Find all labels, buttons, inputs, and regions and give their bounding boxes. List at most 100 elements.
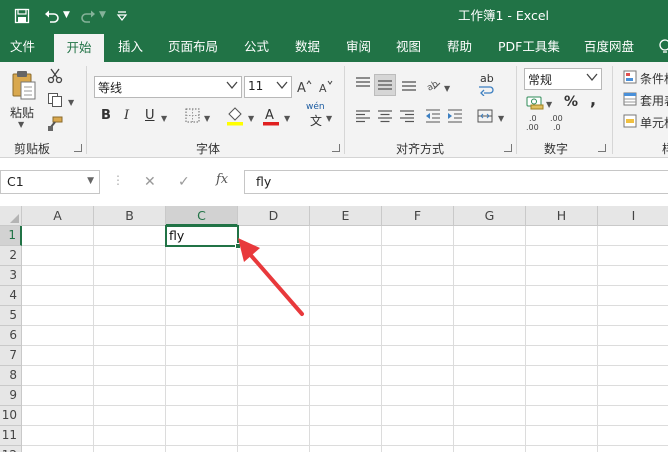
tab-formulas[interactable]: 公式	[244, 32, 269, 62]
merge-dropdown-icon[interactable]: ▼	[498, 114, 504, 123]
font-color-icon[interactable]: A	[262, 106, 280, 126]
redo-dropdown-icon[interactable]: ▼	[99, 10, 106, 20]
tab-pdf-tools[interactable]: PDF工具集	[498, 32, 560, 62]
column-header-h[interactable]: H	[526, 206, 598, 226]
row-header-5[interactable]: 5	[0, 306, 22, 326]
cell-styles-icon[interactable]	[622, 114, 638, 132]
cut-icon[interactable]	[46, 68, 64, 86]
align-bottom-icon[interactable]	[400, 76, 418, 94]
row-header-2[interactable]: 2	[0, 246, 22, 266]
enter-icon[interactable]: ✓	[178, 174, 190, 190]
fill-color-dropdown-icon[interactable]: ▼	[248, 114, 254, 123]
cancel-icon[interactable]: ✕	[144, 174, 156, 190]
row-header-7[interactable]: 7	[0, 346, 22, 366]
decrease-indent-icon[interactable]	[424, 108, 442, 126]
tab-baidu-netdisk[interactable]: 百度网盘	[584, 32, 634, 62]
tab-insert[interactable]: 插入	[118, 32, 143, 62]
undo-dropdown-icon[interactable]: ▼	[63, 10, 70, 20]
percent-style-button[interactable]: %	[564, 94, 578, 110]
paste-dropdown-icon[interactable]: ▼	[18, 120, 24, 129]
worksheet-grid[interactable]: A B C D E F G H I 1 2 3 4 5 6 7 8 9 10 1…	[0, 206, 668, 452]
decrease-decimal-icon[interactable]: .00 .0	[550, 114, 570, 132]
number-format-select[interactable]: 常规	[524, 68, 602, 90]
column-header-g[interactable]: G	[454, 206, 526, 226]
underline-button[interactable]: U	[145, 108, 155, 123]
tab-view[interactable]: 视图	[396, 32, 421, 62]
customize-quick-access-icon[interactable]	[116, 0, 128, 32]
tab-home[interactable]: 开始	[54, 34, 104, 62]
decrease-font-size-icon[interactable]: A	[318, 78, 334, 96]
alignment-launcher-icon[interactable]	[504, 144, 512, 152]
align-right-icon[interactable]	[398, 108, 416, 126]
orientation-icon[interactable]: ab	[424, 76, 442, 94]
name-box[interactable]: C1 ▼	[0, 170, 100, 194]
italic-button[interactable]: I	[124, 108, 129, 123]
tab-review[interactable]: 审阅	[346, 32, 371, 62]
font-launcher-icon[interactable]	[332, 144, 340, 152]
phonetic-dropdown-icon[interactable]: ▼	[326, 114, 332, 123]
orientation-dropdown-icon[interactable]: ▼	[444, 84, 450, 93]
cell-styles-button[interactable]: 单元格	[640, 114, 668, 131]
row-header-10[interactable]: 10	[0, 406, 22, 426]
borders-icon[interactable]	[184, 108, 200, 126]
accounting-dropdown-icon[interactable]: ▼	[546, 100, 552, 109]
number-launcher-icon[interactable]	[598, 144, 606, 152]
increase-decimal-icon[interactable]: .0 .00	[526, 114, 546, 132]
fill-color-icon[interactable]	[226, 106, 244, 126]
phonetic-guide-pinyin[interactable]: wén	[306, 102, 325, 112]
phonetic-guide-button[interactable]: 文	[310, 112, 322, 129]
increase-indent-icon[interactable]	[446, 108, 464, 126]
row-header-12[interactable]: 12	[0, 446, 22, 452]
paste-button[interactable]: 粘贴	[10, 104, 34, 121]
row-header-1[interactable]: 1	[0, 226, 22, 246]
comma-style-button[interactable]: ,	[590, 90, 596, 109]
copy-icon[interactable]	[46, 92, 64, 110]
column-header-e[interactable]: E	[310, 206, 382, 226]
conditional-formatting-icon[interactable]	[622, 70, 638, 88]
align-middle-icon[interactable]	[374, 74, 396, 96]
tab-page-layout[interactable]: 页面布局	[168, 32, 218, 62]
conditional-formatting-button[interactable]: 条件格	[640, 70, 668, 87]
accounting-format-icon[interactable]	[526, 94, 544, 112]
format-as-table-icon[interactable]	[622, 92, 638, 110]
lightbulb-icon[interactable]	[658, 32, 668, 62]
insert-function-icon[interactable]: fx	[216, 172, 228, 187]
bold-button[interactable]: B	[101, 108, 111, 123]
undo-icon[interactable]	[44, 0, 60, 32]
wrap-text-icon[interactable]	[478, 84, 494, 102]
tab-help[interactable]: 帮助	[447, 32, 472, 62]
column-header-f[interactable]: F	[382, 206, 454, 226]
column-header-a[interactable]: A	[22, 206, 94, 226]
row-header-6[interactable]: 6	[0, 326, 22, 346]
copy-dropdown-icon[interactable]: ▼	[68, 98, 74, 107]
row-header-8[interactable]: 8	[0, 366, 22, 386]
select-all-button[interactable]	[0, 206, 22, 226]
format-painter-icon[interactable]	[46, 116, 64, 134]
format-as-table-button[interactable]: 套用表	[640, 92, 668, 109]
clipboard-launcher-icon[interactable]	[74, 144, 82, 152]
increase-font-size-icon[interactable]: A	[296, 78, 312, 96]
paste-icon[interactable]	[10, 70, 38, 100]
row-header-9[interactable]: 9	[0, 386, 22, 406]
column-header-c[interactable]: C	[166, 206, 238, 226]
column-header-i[interactable]: I	[598, 206, 668, 226]
column-header-d[interactable]: D	[238, 206, 310, 226]
align-center-icon[interactable]	[376, 108, 394, 126]
row-header-4[interactable]: 4	[0, 286, 22, 306]
font-color-dropdown-icon[interactable]: ▼	[284, 114, 290, 123]
formula-input[interactable]: fly	[244, 170, 668, 194]
tab-data[interactable]: 数据	[295, 32, 320, 62]
underline-dropdown-icon[interactable]: ▼	[161, 114, 167, 123]
font-name-select[interactable]: 等线	[94, 76, 242, 98]
row-header-11[interactable]: 11	[0, 426, 22, 446]
align-top-icon[interactable]	[354, 76, 372, 94]
column-header-b[interactable]: B	[94, 206, 166, 226]
font-size-select[interactable]: 11	[244, 76, 292, 98]
save-icon[interactable]	[14, 0, 30, 32]
tab-file[interactable]: 文件	[10, 32, 35, 62]
align-left-icon[interactable]	[354, 108, 372, 126]
redo-icon[interactable]	[80, 0, 96, 32]
cell-c1[interactable]: fly	[166, 226, 238, 246]
merge-center-icon[interactable]	[476, 108, 494, 126]
row-header-3[interactable]: 3	[0, 266, 22, 286]
